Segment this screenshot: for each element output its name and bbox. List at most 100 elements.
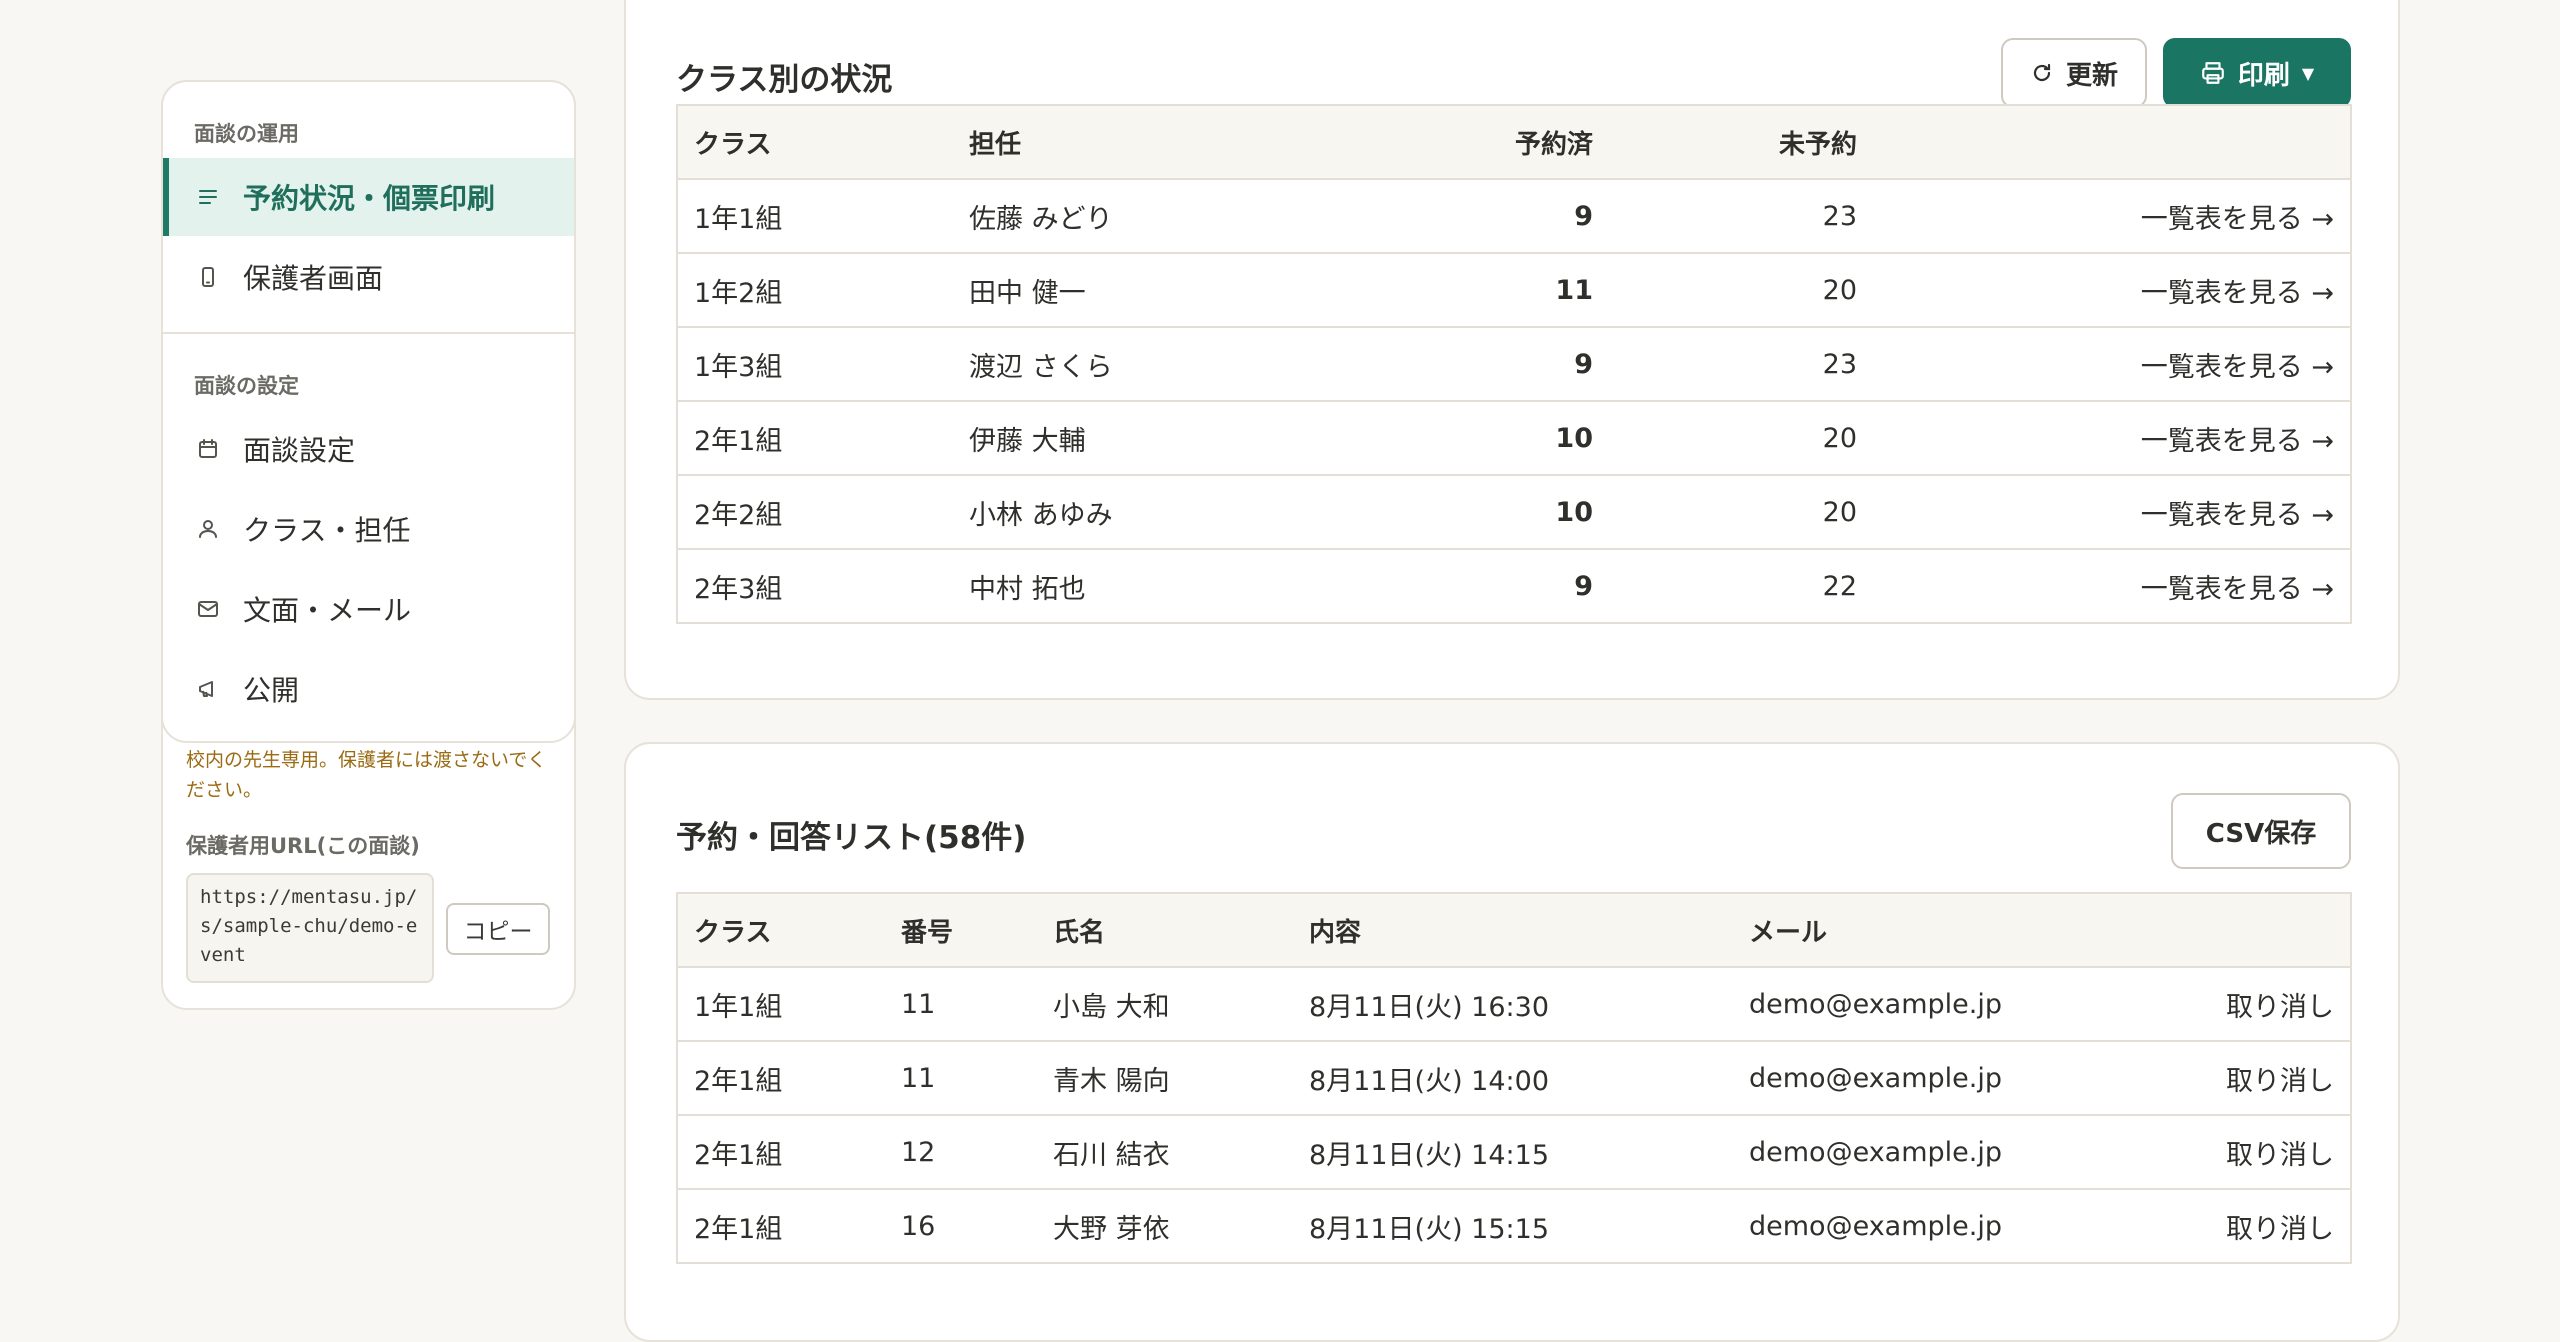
smartphone-icon [193,262,223,292]
column-header [2153,893,2351,968]
refresh-button[interactable]: 更新 [2001,38,2147,108]
view-list-link[interactable]: 一覧表を見る → [1873,253,2351,328]
column-header: メール [1733,893,2153,968]
cancel-link[interactable]: 取り消し [2153,967,2351,1042]
number-cell: 12 [885,1115,1037,1190]
view-list-link[interactable]: 一覧表を見る → [1873,475,2351,550]
sidebar-item-label: 保護者画面 [243,262,384,295]
view-list-link[interactable]: 一覧表を見る → [1873,401,2351,476]
number-cell: 11 [885,967,1037,1042]
cancel-link[interactable]: 取り消し [2153,1041,2351,1116]
sidebar-menu: 面談の運用 予約状況・個票印刷 保護者画面 面談の設定 面談設定 クラス・担任 … [161,80,576,743]
class-cell: 1年1組 [677,967,885,1042]
mail-icon [193,594,223,624]
refresh-label: 更新 [2065,60,2118,91]
name-cell: 石川 結衣 [1037,1115,1293,1190]
content-cell: 8月11日(火) 16:30 [1293,967,1733,1042]
class-status-title: クラス別の状況 [676,62,893,98]
content-cell: 8月11日(火) 15:15 [1309,1213,1549,1245]
unreserved-count: 23 [1609,179,1873,254]
megaphone-icon [193,674,223,704]
refresh-icon [2030,61,2054,85]
reserved-count: 9 [1373,179,1609,254]
reserved-count: 11 [1373,253,1609,328]
sidebar-item-label: 予約状況・個票印刷 [243,182,496,215]
section-heading-settings: 面談の設定 [194,374,299,398]
sidebar-item-class-teacher[interactable]: クラス・担任 [163,490,574,568]
table-row: 2年1組 16 大野 芽依 8月11日(火) 15:15 demo@example.jp… [677,1189,2351,1263]
column-header: クラス [677,105,953,180]
email-cell: demo@example.jp [1733,967,2153,1042]
name-cell: 大野 芽依 [1053,1213,1170,1245]
class-cell: 2年1組 [694,1213,783,1245]
table-row: 2年1組 伊藤 大輔 10 20 一覧表を見る → [677,401,2351,476]
teacher-cell: 伊藤 大輔 [953,401,1373,476]
class-cell: 2年1組 [677,1041,885,1116]
sidebar-item-interview-settings[interactable]: 面談設定 [163,410,574,488]
class-cell: 1年2組 [677,253,953,328]
sidebar-item-parent-screen[interactable]: 保護者画面 [163,238,574,316]
teacher-cell: 小林 あゆみ [953,475,1373,550]
reserved-count: 10 [1373,401,1609,476]
staff-only-notice: 校内の先生専用。保護者には渡さないでください。 [186,749,547,801]
name-cell: 青木 陽向 [1037,1041,1293,1116]
section-heading-operation: 面談の運用 [194,122,299,146]
column-header: 担任 [953,105,1373,180]
parent-url-label: 保護者用URL(この面談) [186,834,420,858]
column-header [1873,105,2351,180]
class-cell: 2年2組 [677,475,953,550]
table-row: 1年1組 佐藤 みどり 9 23 一覧表を見る → [677,179,2351,254]
print-label: 印刷 [2237,60,2290,91]
class-cell: 1年3組 [677,327,953,402]
sidebar-divider [163,332,574,334]
csv-save-button[interactable]: CSV保存 [2171,793,2351,869]
view-list-link[interactable]: 一覧表を見る → [1873,549,2351,623]
column-header: 内容 [1293,893,1733,968]
reservation-table: クラス 番号 氏名 内容 メール 1年1組 11 小島 大和 8月11日(火) 16:… [676,892,2352,1264]
list-icon [193,182,223,212]
user-icon [193,514,223,544]
sidebar-item-publish[interactable]: 公開 [163,650,574,728]
class-cell: 2年1組 [677,1115,885,1190]
class-status-table: クラス 担任 予約済 未予約 1年1組 佐藤 みどり 9 23 一覧表を見る → 1年2組… [676,104,2352,624]
teacher-cell: 佐藤 みどり [953,179,1373,254]
unreserved-count: 22 [1822,570,1857,602]
class-cell: 2年1組 [677,401,953,476]
copy-url-button[interactable]: コピー [446,903,550,955]
table-row: 1年2組 田中 健一 11 20 一覧表を見る → [677,253,2351,328]
printer-icon [2200,60,2226,86]
sidebar-item-label: 面談設定 [243,434,356,467]
email-cell: demo@example.jp [1733,1041,2153,1116]
class-cell: 1年1組 [677,179,953,254]
column-header: 氏名 [1037,893,1293,968]
number-cell: 11 [885,1041,1037,1116]
table-row: 2年1組 12 石川 結衣 8月11日(火) 14:15 demo@example.jp… [677,1115,2351,1190]
reservation-list-title: 予約・回答リスト(58件) [676,820,1027,856]
teacher-cell: 渡辺 さくら [953,327,1373,402]
sidebar-item-label: 公開 [243,674,300,707]
print-button[interactable]: 印刷 ▼ [2163,38,2351,108]
email-cell: demo@example.jp [1733,1115,2153,1190]
unreserved-count: 23 [1609,327,1873,402]
reserved-count: 10 [1373,475,1609,550]
unreserved-count: 20 [1609,401,1873,476]
sidebar-item-label: クラス・担任 [243,514,411,547]
table-row: 1年3組 渡辺 さくら 9 23 一覧表を見る → [677,327,2351,402]
cancel-link[interactable]: 取り消し [2153,1115,2351,1190]
view-list-link[interactable]: 一覧表を見る → [1873,179,2351,254]
view-list-link[interactable]: 一覧表を見る → [1873,327,2351,402]
reserved-count: 9 [1373,327,1609,402]
number-cell: 16 [901,1210,936,1242]
column-header: 未予約 [1609,105,1873,180]
email-cell: demo@example.jp [1749,1210,2003,1242]
sidebar-item-label: 文面・メール [243,594,412,627]
sidebar-item-reservation-status[interactable]: 予約状況・個票印刷 [163,158,574,236]
sidebar-item-text-mail[interactable]: 文面・メール [163,570,574,648]
content-cell: 8月11日(火) 14:00 [1293,1041,1733,1116]
cancel-link[interactable]: 取り消し [2153,1189,2351,1263]
unreserved-count: 20 [1609,475,1873,550]
teacher-cell: 中村 拓也 [969,573,1086,605]
parent-url-field[interactable]: https://mentasu.jp/s/sample-chu/demo-eve… [186,873,434,983]
reservation-list-card: 予約・回答リスト(58件) CSV保存 クラス 番号 氏名 内容 メール 1年1… [624,742,2400,1342]
content-cell: 8月11日(火) 14:15 [1293,1115,1733,1190]
